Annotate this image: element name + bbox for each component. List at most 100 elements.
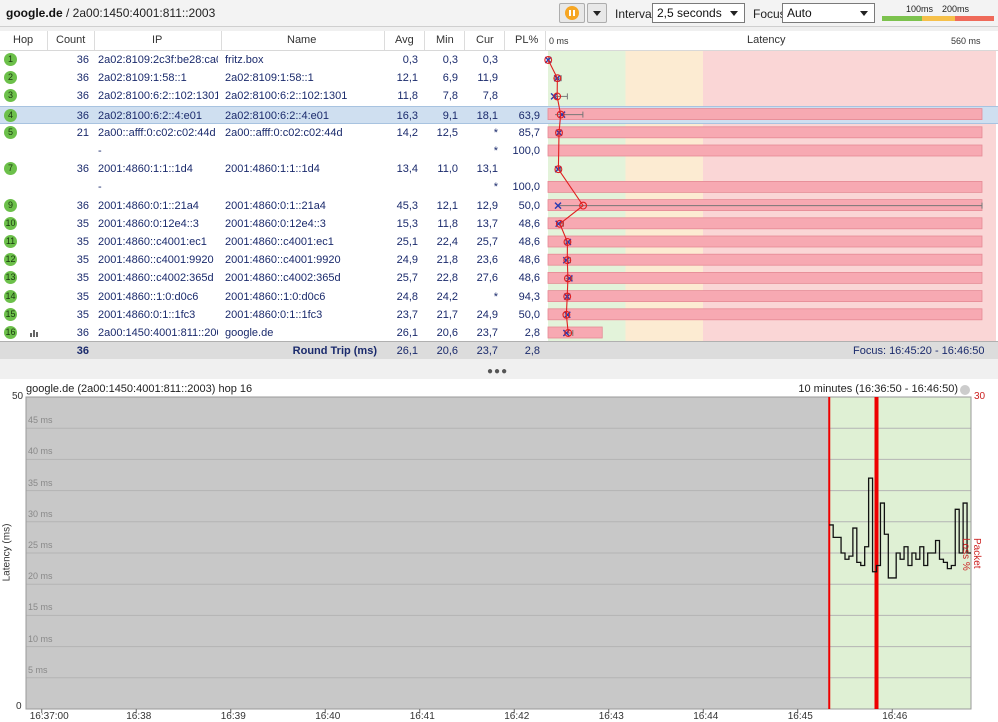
cell-count: 35 <box>76 217 89 230</box>
table-row[interactable]: 14 35 2001:4860::1:0:d0c6 2001:4860::1:0:d0… <box>0 288 547 306</box>
table-row[interactable]: 15 35 2001:4860:0:1::1fc3 2001:4860:0:1::1f… <box>0 306 547 324</box>
table-row[interactable]: 5 21 2a00::afff:0:c02:c02:44d 2a00::afff:0:… <box>0 124 547 142</box>
column-separator <box>545 31 546 50</box>
focus-range: Focus: 16:45:20 - 16:46:50 <box>853 345 985 357</box>
cell-avg: 14,2 <box>396 126 418 139</box>
cell-avg: 25,7 <box>396 272 418 285</box>
cell-ip: - <box>98 181 102 194</box>
cell-pl: 100,0 <box>512 145 540 157</box>
col-latency[interactable]: Latency <box>747 34 786 46</box>
x-tick-label: 16:39 <box>220 711 246 722</box>
y-axis-max: 50 <box>12 391 24 402</box>
cell-min: 20,6 <box>436 327 458 339</box>
interval-select[interactable]: 2,5 seconds <box>652 3 745 23</box>
cell-count: 36 <box>76 163 89 176</box>
cell-ip: 2a02:8109:2c3f:be28:ca0 <box>98 54 218 66</box>
pane-splitter[interactable]: ●●● <box>0 359 998 379</box>
cell-ip: - <box>98 145 102 157</box>
y-axis-title: Latency (ms) <box>1 523 13 582</box>
latency-zone-warn <box>625 51 703 341</box>
cell-count: 36 <box>76 90 89 103</box>
cell-avg: 25,1 <box>396 236 418 248</box>
table-row[interactable]: 3 36 2a02:8100:6:2::102:1301 2a02:8100:6:2:… <box>0 87 547 105</box>
cell-min: 0,3 <box>442 54 458 66</box>
y-tick-label: 15 ms <box>28 602 53 613</box>
cell-ip: 2a00::afff:0:c02:c02:44d <box>98 126 216 139</box>
graph-title: google.de (2a00:1450:4001:811::2003) hop… <box>26 383 253 395</box>
cell-count: 35 <box>76 236 89 248</box>
table-row[interactable]: 13 35 2001:4860::c4002:365d 2001:4860::c400… <box>0 269 547 287</box>
cell-name: fritz.box <box>225 54 264 66</box>
cell-count: 35 <box>76 290 89 303</box>
table-row[interactable]: 16 36 2a00:1450:4001:811::200 google.de 26,1… <box>0 324 547 342</box>
column-separator <box>464 31 465 50</box>
pause-button[interactable] <box>559 3 585 23</box>
round-trip-summary: 36 Round Trip (ms) 26,1 20,6 23,7 2,8 Fo… <box>0 341 998 360</box>
latency-zone-bad <box>703 51 996 341</box>
cell-ip: 2a02:8100:6:2::102:1301 <box>98 90 218 103</box>
col-ip[interactable]: IP <box>152 34 162 46</box>
graph-time-range[interactable]: 10 minutes (16:36:50 - 16:46:50) <box>798 383 958 395</box>
col-min[interactable]: Min <box>436 34 454 46</box>
table-row[interactable]: 4 36 2a02:8100:6:2::4:e01 2a02:8100:6:2::4:… <box>0 105 998 124</box>
cell-cur: 7,8 <box>482 90 498 103</box>
grip-icon: ●●● <box>487 366 509 377</box>
hop-number-badge: 5 <box>4 125 17 139</box>
table-row[interactable]: 10 35 2001:4860:0:12e4::3 2001:4860:0:12e4:… <box>0 215 547 233</box>
y-tick-label: 20 ms <box>28 571 53 582</box>
cell-avg: 24,8 <box>396 290 418 303</box>
y-tick-label: 45 ms <box>28 415 53 426</box>
table-row[interactable]: 9 36 2001:4860:0:1::21a4 2001:4860:0:1::21a… <box>0 197 547 215</box>
hop-number-badge: 14 <box>4 289 17 303</box>
table-row[interactable]: 12 35 2001:4860::c4001:9920 2001:4860::c400… <box>0 251 547 269</box>
table-row[interactable]: 7 36 2001:4860:1:1::1d4 2001:4860:1:1::1d4 1… <box>0 160 547 178</box>
cell-min: 12,1 <box>436 199 458 212</box>
cell-avg: 12,1 <box>396 72 418 85</box>
chevron-down-icon[interactable] <box>960 385 970 395</box>
table-row[interactable]: - * 100,0 <box>0 142 547 160</box>
cell-cur: 23,6 <box>476 254 498 267</box>
col-avg[interactable]: Avg <box>395 34 414 46</box>
cell-pl: 48,6 <box>518 217 540 230</box>
cell-avg: 0,3 <box>402 54 418 66</box>
cell-pl: 50,0 <box>518 308 540 321</box>
trace-table: Hop Count IP Name Avg Min Cur PL% 0 ms L… <box>0 31 998 341</box>
table-row[interactable]: 1 36 2a02:8109:2c3f:be28:ca0 fritz.box 0,3 0,… <box>0 51 547 69</box>
cell-avg: 23,7 <box>396 308 418 321</box>
cell-name: google.de <box>225 327 274 339</box>
cell-cur: 13,1 <box>476 163 498 176</box>
timeline-chart[interactable] <box>0 379 998 722</box>
hop-number-badge: 1 <box>4 53 17 66</box>
focus-label: Focus <box>753 7 786 21</box>
col-name[interactable]: Name <box>287 34 316 46</box>
cell-name: 2001:4860::c4001:ec1 <box>225 236 334 248</box>
column-separator <box>47 31 48 50</box>
col-hop[interactable]: Hop <box>13 34 33 46</box>
interval-label: Interval <box>615 7 655 21</box>
focus-select[interactable]: Auto <box>782 3 875 23</box>
pause-dropdown-button[interactable] <box>587 3 607 23</box>
latency-max-label: 560 ms <box>951 36 981 46</box>
cell-count: 35 <box>76 254 89 267</box>
summary-pl: 2,8 <box>524 345 540 357</box>
cell-cur: 23,7 <box>476 327 498 339</box>
cell-ip: 2001:4860::c4001:9920 <box>98 254 214 267</box>
summary-avg: 26,1 <box>396 345 418 357</box>
cell-pl: 63,9 <box>518 109 540 122</box>
hop-number-badge: 7 <box>4 162 17 176</box>
col-cur[interactable]: Cur <box>476 34 494 46</box>
bar-chart-icon[interactable] <box>30 329 40 337</box>
table-row[interactable]: 11 35 2001:4860::c4001:ec1 2001:4860::c4001… <box>0 233 547 251</box>
col-pl[interactable]: PL% <box>515 34 538 46</box>
table-header: Hop Count IP Name Avg Min Cur PL% 0 ms L… <box>0 31 998 51</box>
hop-number-badge: 11 <box>4 235 17 248</box>
cell-min: 7,8 <box>442 90 458 103</box>
col-count[interactable]: Count <box>56 34 85 46</box>
table-row[interactable]: - * 100,0 <box>0 178 547 196</box>
cell-min: 12,5 <box>436 126 458 139</box>
latency-color-legend: 100ms 200ms <box>882 4 994 22</box>
cell-min: 9,1 <box>442 109 458 122</box>
focus-value: Auto <box>787 6 812 20</box>
summary-cur: 23,7 <box>476 345 498 357</box>
table-row[interactable]: 2 36 2a02:8109:1:58::1 2a02:8109:1:58::1 12,… <box>0 69 547 87</box>
